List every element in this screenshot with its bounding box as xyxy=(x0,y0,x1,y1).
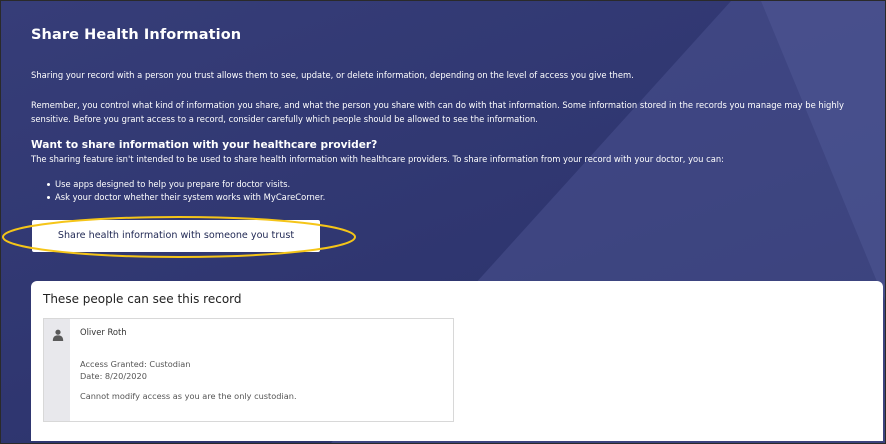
person-icon xyxy=(52,329,64,341)
share-health-page: Share Health Information Sharing your re… xyxy=(0,0,886,444)
provider-text: The sharing feature isn't intended to be… xyxy=(31,154,724,164)
remember-text: Remember, you control what kind of infor… xyxy=(31,100,844,124)
provider-options-list: Use apps designed to help you prepare fo… xyxy=(47,178,325,204)
page-title: Share Health Information xyxy=(31,27,242,43)
list-item: Use apps designed to help you prepare fo… xyxy=(47,178,325,191)
access-level: Access Granted: Custodian xyxy=(80,359,191,369)
person-entry-sidebar xyxy=(44,319,70,421)
intro-text: Sharing your record with a person you tr… xyxy=(31,70,634,80)
access-card-title: These people can see this record xyxy=(43,292,242,306)
person-entry: Oliver Roth Access Granted: Custodian Da… xyxy=(43,318,454,422)
list-item: Ask your doctor whether their system wor… xyxy=(47,191,325,204)
access-date: Date: 8/20/2020 xyxy=(80,371,147,381)
provider-heading: Want to share information with your heal… xyxy=(31,139,378,151)
person-name: Oliver Roth xyxy=(80,327,127,337)
access-note: Cannot modify access as you are the only… xyxy=(80,391,297,401)
highlight-ellipse xyxy=(2,216,356,258)
access-card: These people can see this record Oliver … xyxy=(31,281,883,441)
